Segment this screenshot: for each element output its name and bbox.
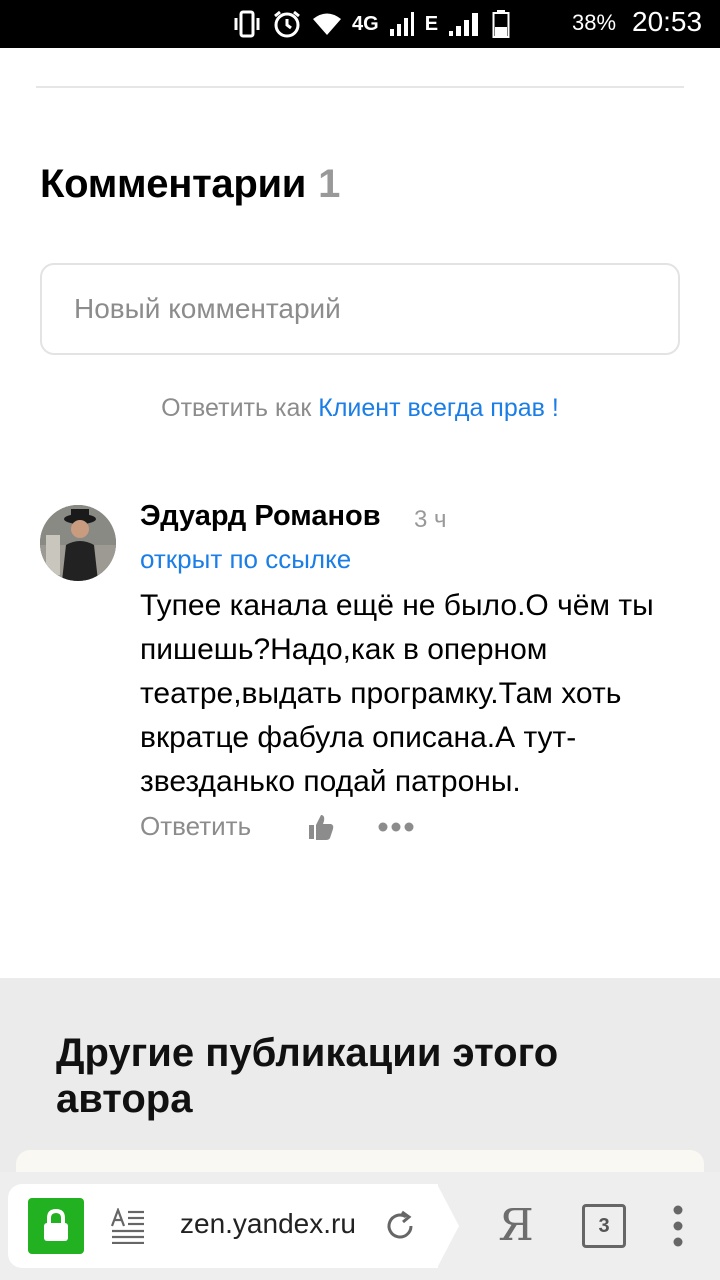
status-bar: 4G E 38% 20:53 (0, 0, 720, 48)
battery-percent: 38% (572, 10, 617, 35)
status-icons: 4G E (232, 8, 520, 40)
alarm-icon (272, 9, 302, 39)
new-comment-input[interactable] (74, 289, 644, 329)
new-comment-box[interactable] (40, 263, 680, 355)
wifi-icon (312, 12, 342, 36)
comments-title: Комментарии 1 (40, 162, 340, 207)
reader-mode-icon[interactable] (110, 1206, 146, 1245)
vibrate-icon (232, 10, 262, 38)
comments-count: 1 (318, 162, 341, 206)
reply-button[interactable]: Ответить (140, 811, 251, 842)
lock-icon[interactable] (28, 1198, 84, 1254)
comments-title-label: Комментарии (40, 162, 307, 206)
reply-as-line: Ответить как Клиент всегда прав ! (0, 394, 720, 423)
avatar[interactable] (40, 505, 116, 581)
divider (36, 86, 684, 88)
address-bar-arrow (437, 1184, 459, 1268)
tabs-button[interactable]: 3 (582, 1204, 626, 1248)
signal-icon (448, 11, 482, 37)
reload-icon[interactable] (384, 1210, 416, 1242)
comment-via-link[interactable]: открыт по ссылке (140, 544, 351, 575)
like-icon[interactable] (308, 813, 334, 841)
signal-icon (389, 11, 415, 37)
browser-bar: zen.yandex.ru Я 3 (0, 1172, 720, 1280)
network-e-label: E (424, 12, 439, 35)
battery-icon (492, 9, 510, 39)
more-icon[interactable] (378, 820, 414, 834)
other-publications-title: Другие публикации этого автора (56, 1031, 559, 1121)
comment-author[interactable]: Эдуард Романов (140, 500, 381, 533)
network-4g-label: 4G (352, 12, 379, 35)
reply-as-name-link[interactable]: Клиент всегда прав ! (318, 394, 559, 422)
comment-text: Тупее канала ещё не было.О чём ты пишешь… (140, 589, 654, 798)
menu-icon[interactable] (666, 1204, 690, 1248)
clock: 20:53 (632, 6, 703, 37)
yandex-button[interactable]: Я (496, 1198, 536, 1254)
comment-time: 3 ч (414, 506, 447, 533)
reply-as-prefix: Ответить как (161, 394, 312, 422)
url-text[interactable]: zen.yandex.ru (180, 1208, 364, 1244)
